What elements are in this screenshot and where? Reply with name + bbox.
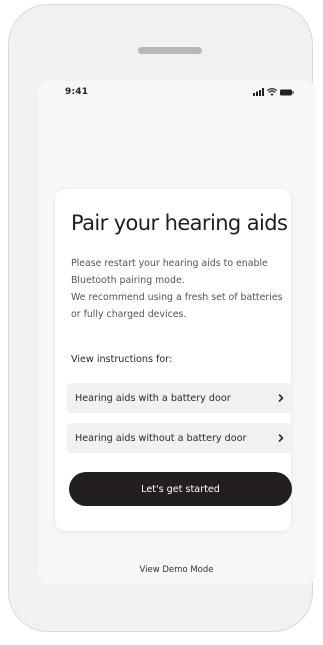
body-text-recommendation: We recommend using a fresh set of batter… xyxy=(71,292,283,320)
option-label: Hearing aids with a battery door xyxy=(75,392,231,404)
battery-icon xyxy=(280,89,294,96)
pairing-instructions-text: Please restart your hearing aids to enab… xyxy=(71,255,285,323)
option-label: Hearing aids without a battery door xyxy=(75,432,247,444)
pairing-card: Pair your hearing aids Please restart yo… xyxy=(55,189,293,531)
status-bar: 9:41 xyxy=(37,81,316,105)
no-battery-door-option-button[interactable]: Hearing aids without a battery door xyxy=(67,423,293,453)
status-time: 9:41 xyxy=(65,87,89,97)
phone-screen: 9:41 Pair your hearing aids Please resta… xyxy=(37,81,316,584)
status-icons xyxy=(253,88,294,96)
cellular-signal-icon xyxy=(253,88,264,96)
wifi-icon xyxy=(267,88,277,96)
phone-speaker xyxy=(138,47,202,54)
view-demo-mode-link[interactable]: View Demo Mode xyxy=(37,565,316,575)
chevron-right-icon xyxy=(278,394,284,402)
instructions-label: View instructions for: xyxy=(71,354,173,365)
chevron-right-icon xyxy=(278,434,284,442)
page-title: Pair your hearing aids xyxy=(71,211,288,235)
body-text-restart: Please restart your hearing aids to enab… xyxy=(71,258,268,286)
get-started-button[interactable]: Let's get started xyxy=(69,472,292,506)
phone-frame: 9:41 Pair your hearing aids Please resta… xyxy=(8,4,316,632)
battery-door-option-button[interactable]: Hearing aids with a battery door xyxy=(67,383,293,413)
